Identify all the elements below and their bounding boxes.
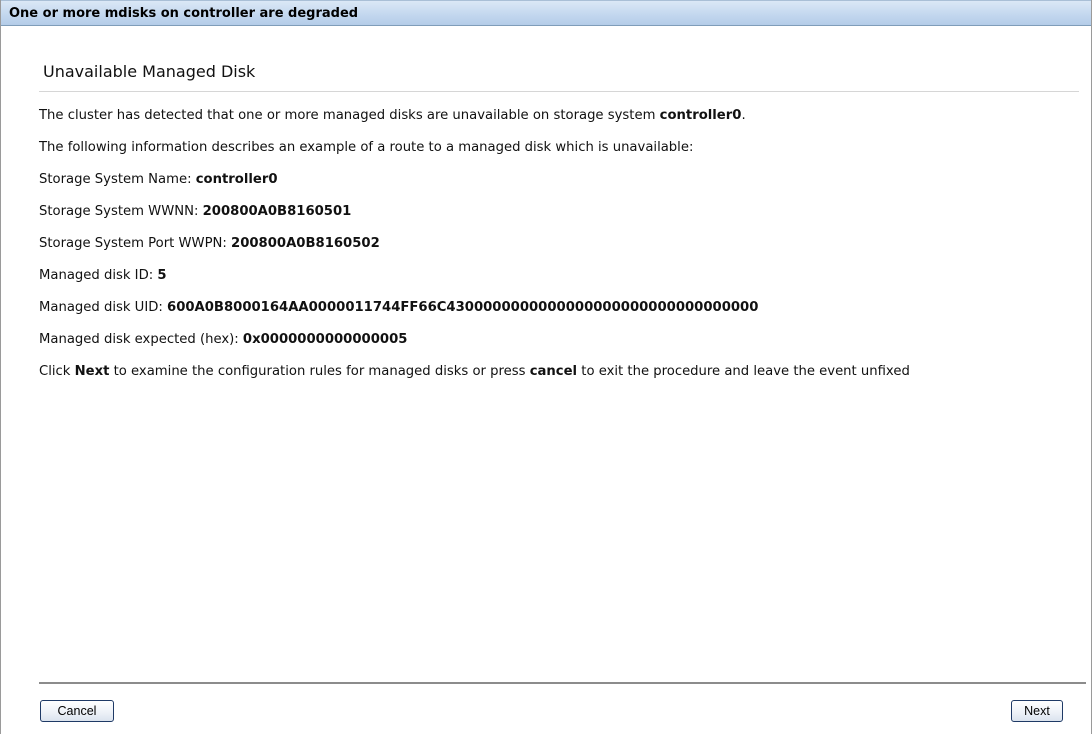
dialog-titlebar: One or more mdisks on controller are deg… xyxy=(1,0,1091,26)
route-description: The following information describes an e… xyxy=(39,140,693,156)
managed-disk-uid-value: 600A0B8000164AA0000011744FF66C4300000000… xyxy=(167,300,759,315)
storage-system-port-wwpn-value: 200800A0B8160502 xyxy=(231,236,380,251)
panel-heading: Unavailable Managed Disk xyxy=(43,62,256,81)
managed-disk-expected-value: 0x0000000000000005 xyxy=(242,332,408,347)
intro-text: The cluster has detected that one or mor… xyxy=(39,108,746,124)
managed-disk-expected-row: Managed disk expected (hex): 0x000000000… xyxy=(39,332,407,348)
managed-disk-expected-label: Managed disk expected (hex): xyxy=(39,332,243,347)
storage-system-name-label: Storage System Name: xyxy=(39,172,196,187)
heading-divider xyxy=(39,91,1079,92)
managed-disk-id-row: Managed disk ID: 5 xyxy=(39,268,167,284)
instruction-suffix: to exit the procedure and leave the even… xyxy=(577,364,910,379)
instruction-next-word: Next xyxy=(74,364,110,379)
intro-prefix: The cluster has detected that one or mor… xyxy=(39,108,660,123)
managed-disk-id-label: Managed disk ID: xyxy=(39,268,158,283)
instruction-text: Click Next to examine the configuration … xyxy=(39,364,910,380)
storage-system-name-value: controller0 xyxy=(195,172,278,187)
instruction-prefix: Click xyxy=(39,364,75,379)
storage-system-wwnn-label: Storage System WWNN: xyxy=(39,204,203,219)
storage-system-port-wwpn-label: Storage System Port WWPN: xyxy=(39,236,232,251)
dialog-title: One or more mdisks on controller are deg… xyxy=(9,6,359,21)
storage-system-wwnn-value: 200800A0B8160501 xyxy=(202,204,352,219)
next-button[interactable]: Next xyxy=(1011,700,1063,722)
managed-disk-uid-label: Managed disk UID: xyxy=(39,300,168,315)
instruction-cancel-word: cancel xyxy=(529,364,578,379)
route-text: The following information describes an e… xyxy=(39,140,694,155)
intro-suffix: . xyxy=(741,108,746,123)
storage-system-port-wwpn-row: Storage System Port WWPN: 200800A0B81605… xyxy=(39,236,380,252)
footer-divider xyxy=(39,682,1086,684)
intro-system-name: controller0 xyxy=(659,108,742,123)
instruction-middle: to examine the configuration rules for m… xyxy=(109,364,530,379)
cancel-button[interactable]: Cancel xyxy=(40,700,114,722)
managed-disk-id-value: 5 xyxy=(157,268,167,283)
storage-system-name-row: Storage System Name: controller0 xyxy=(39,172,278,188)
storage-system-wwnn-row: Storage System WWNN: 200800A0B8160501 xyxy=(39,204,351,220)
managed-disk-uid-row: Managed disk UID: 600A0B8000164AA0000011… xyxy=(39,300,758,316)
fix-procedure-dialog: One or more mdisks on controller are deg… xyxy=(0,0,1092,734)
